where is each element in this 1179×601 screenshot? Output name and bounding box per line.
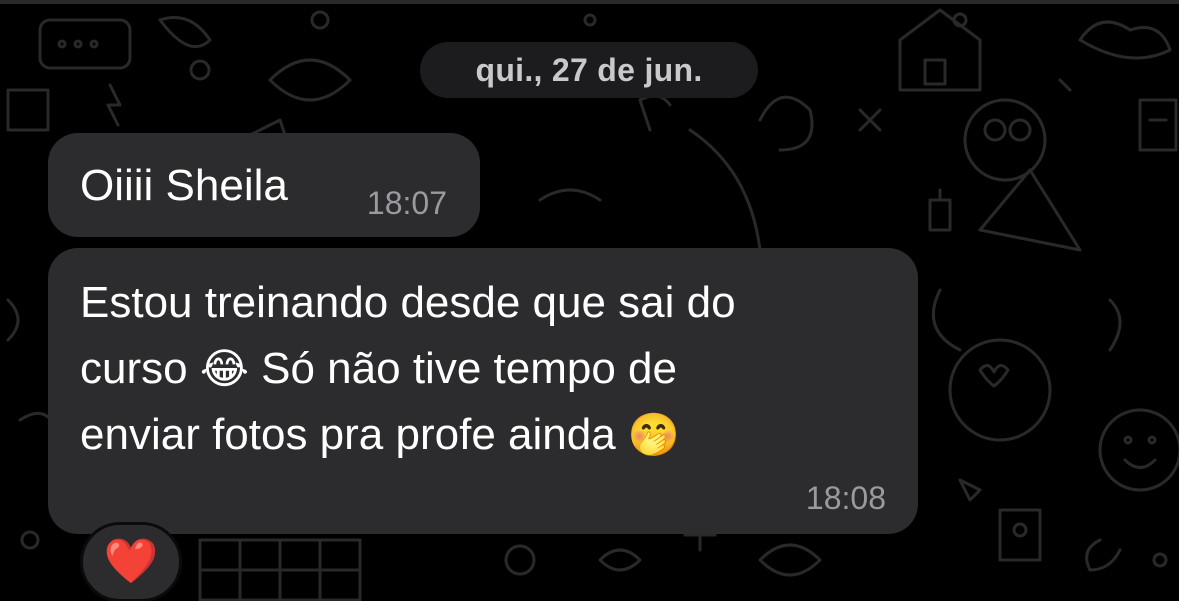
message-text: Oiiii Sheila xyxy=(80,161,288,210)
message-timestamp: 18:08 xyxy=(805,480,886,516)
message-line-part: enviar fotos pra profe ainda xyxy=(80,410,616,459)
date-separator: qui., 27 de jun. xyxy=(420,42,758,98)
message-reaction[interactable]: ❤️ xyxy=(80,522,182,601)
laughing-tears-emoji: 😂 xyxy=(199,345,249,392)
message-line-part: Só não tive tempo de xyxy=(261,344,677,393)
chat-screen: qui., 27 de jun. Oiiii Sheila 18:07 Esto… xyxy=(0,0,1179,601)
incoming-message-bubble[interactable]: Estou treinando desde que sai do curso 😂… xyxy=(48,248,918,534)
heart-reaction-icon: ❤️ xyxy=(103,537,159,586)
message-text: Estou treinando desde que sai do curso 😂… xyxy=(80,270,880,468)
top-edge xyxy=(0,0,1179,4)
message-line: Estou treinando desde que sai do xyxy=(80,278,736,327)
message-line-part: curso xyxy=(80,344,188,393)
message-timestamp: 18:07 xyxy=(366,185,447,221)
incoming-message-bubble[interactable]: Oiiii Sheila 18:07 xyxy=(48,133,480,237)
hand-over-mouth-emoji: 🤭 xyxy=(627,411,681,458)
